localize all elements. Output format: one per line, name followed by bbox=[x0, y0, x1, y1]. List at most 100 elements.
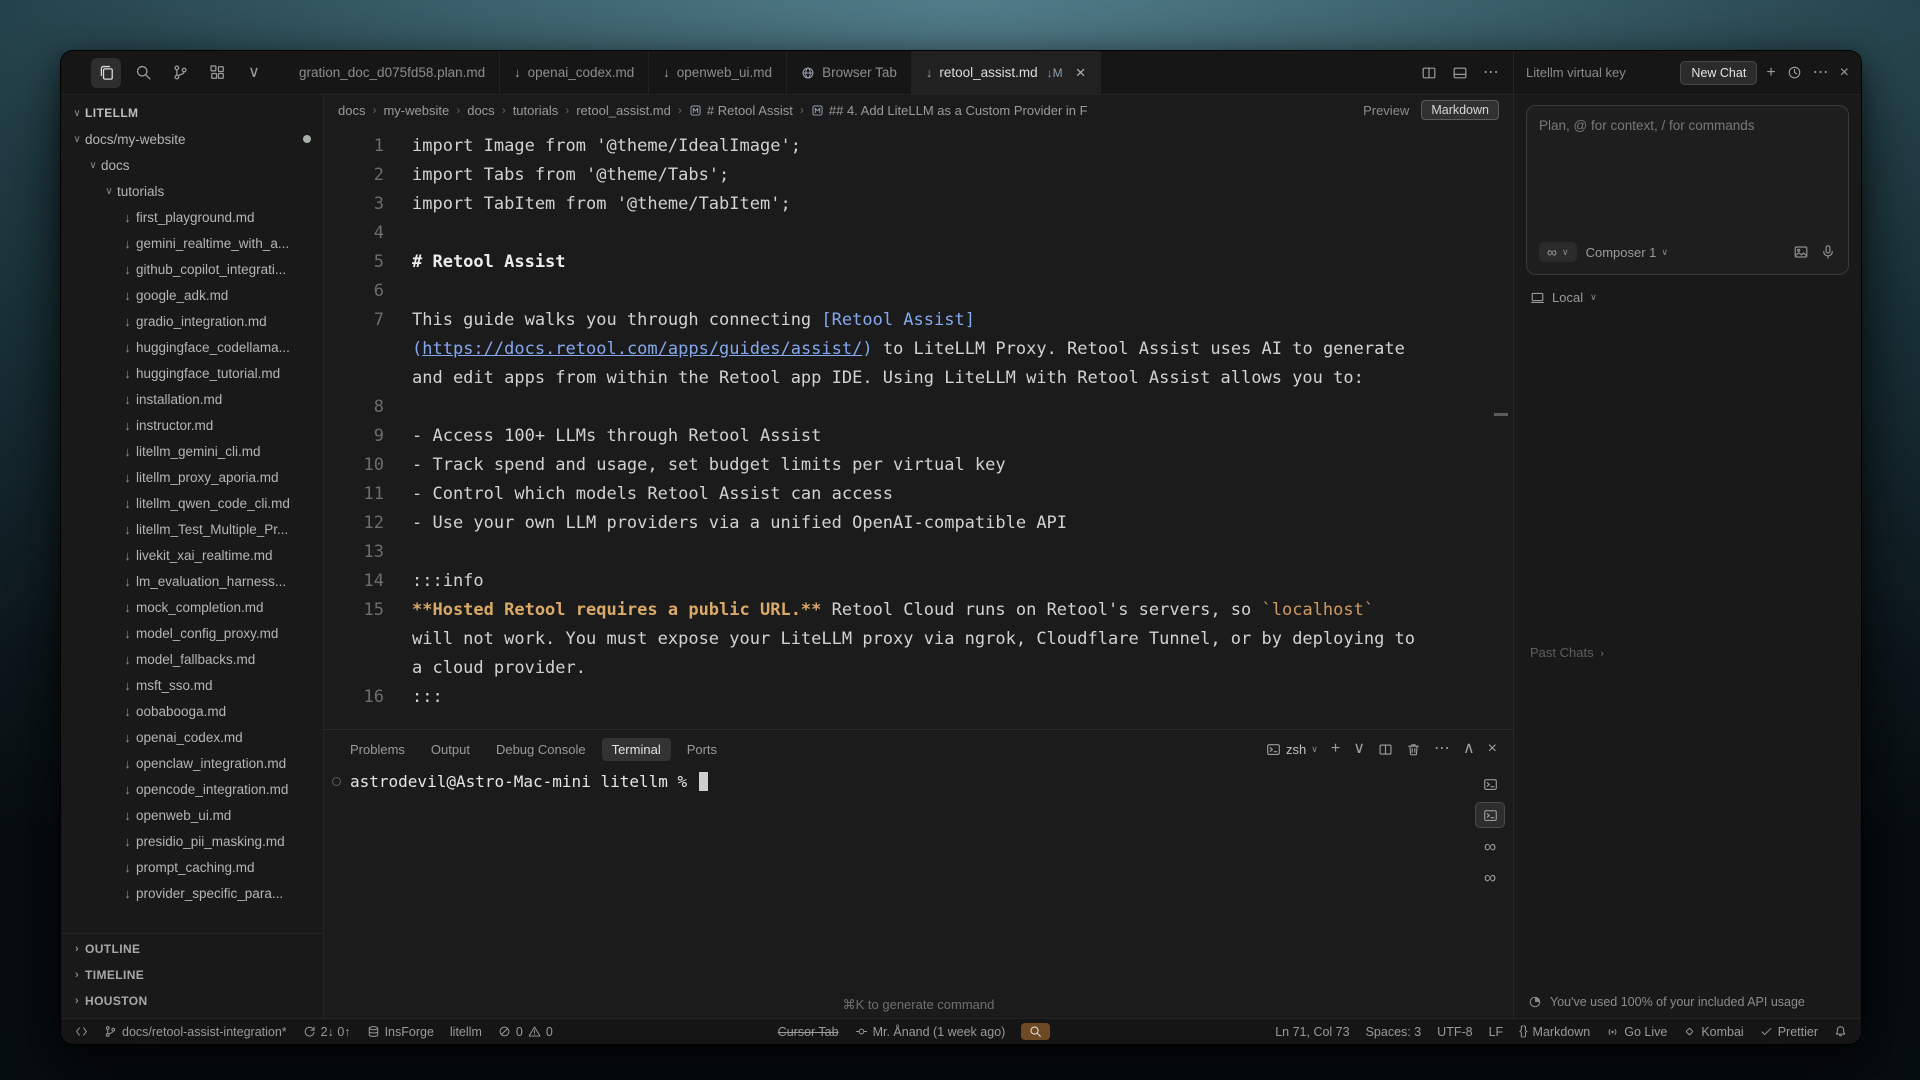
editor-tab[interactable]: gration_doc_d075fd58.plan.md bbox=[285, 51, 500, 94]
tree-item-file[interactable]: ↓first_playground.md bbox=[61, 204, 323, 230]
agent-location-selector[interactable]: Local ∨ bbox=[1530, 290, 1845, 305]
terminal-session-2[interactable] bbox=[1476, 803, 1504, 827]
activity-explorer-button[interactable] bbox=[91, 58, 121, 88]
status-sync[interactable]: 2↓ 0↑ bbox=[303, 1025, 351, 1039]
tree-item-file[interactable]: ↓litellm_gemini_cli.md bbox=[61, 438, 323, 464]
breadcrumb-item[interactable]: # Retool Assist bbox=[689, 103, 793, 118]
code-editor[interactable]: 1import Image from '@theme/IdealImage';2… bbox=[324, 125, 1513, 729]
split-editor-button[interactable] bbox=[1421, 65, 1437, 81]
attach-image-button[interactable] bbox=[1793, 244, 1809, 260]
tree-item-file[interactable]: ↓provider_specific_para... bbox=[61, 880, 323, 906]
tree-item-file[interactable]: ↓opencode_integration.md bbox=[61, 776, 323, 802]
status-notifications[interactable] bbox=[1834, 1025, 1847, 1038]
status-go-live[interactable]: Go Live bbox=[1606, 1025, 1667, 1039]
tree-item-file[interactable]: ↓openai_codex.md bbox=[61, 724, 323, 750]
status-cursor-position[interactable]: Ln 71, Col 73 bbox=[1275, 1025, 1349, 1039]
tree-item-file[interactable]: ↓msft_sso.md bbox=[61, 672, 323, 698]
sidebar-section-houston[interactable]: ›HOUSTON bbox=[61, 988, 323, 1014]
status-problems[interactable]: 00 bbox=[498, 1025, 553, 1039]
more-actions-button[interactable]: ⋯ bbox=[1483, 65, 1499, 81]
terminal-session-4[interactable]: ∞ bbox=[1476, 865, 1504, 889]
tree-item-file[interactable]: ↓litellm_Test_Multiple_Pr... bbox=[61, 516, 323, 542]
status-blame[interactable]: Mr. Ånand (1 week ago) bbox=[855, 1025, 1006, 1039]
tree-item-file[interactable]: ↓openclaw_integration.md bbox=[61, 750, 323, 776]
status-encoding[interactable]: UTF-8 bbox=[1437, 1025, 1472, 1039]
chat-more-options-button[interactable]: ⋯ bbox=[1813, 65, 1829, 81]
tree-item-file[interactable]: ↓litellm_qwen_code_cli.md bbox=[61, 490, 323, 516]
breadcrumb-item[interactable]: docs bbox=[467, 103, 494, 118]
panel-tab-debug-console[interactable]: Debug Console bbox=[486, 738, 596, 761]
chat-add-chat-button[interactable]: + bbox=[1766, 65, 1775, 81]
panel-tab-ports[interactable]: Ports bbox=[677, 738, 727, 761]
activity-extensions-button[interactable] bbox=[202, 58, 232, 88]
status-cursor-tab[interactable]: Cursor Tab bbox=[778, 1025, 839, 1039]
tree-item-file[interactable]: ↓github_copilot_integrati... bbox=[61, 256, 323, 282]
terminal-new-terminal-button[interactable]: + bbox=[1331, 741, 1340, 757]
chat-close-panel-button[interactable]: × bbox=[1840, 65, 1849, 81]
chat-input[interactable]: Plan, @ for context, / for commands ∞ ∨ … bbox=[1526, 105, 1849, 275]
composer-selector[interactable]: Composer 1 ∨ bbox=[1586, 245, 1668, 260]
terminal-content[interactable]: astrodevil@Astro-Mac-mini litellm % bbox=[324, 768, 1467, 992]
tree-item-folder-tutorials[interactable]: ∨tutorials bbox=[61, 178, 323, 204]
status-language-mode[interactable]: {}Markdown bbox=[1519, 1025, 1590, 1039]
tree-item-file[interactable]: ↓litellm_proxy_aporia.md bbox=[61, 464, 323, 490]
chat-history-button[interactable] bbox=[1787, 65, 1802, 80]
tree-item-file[interactable]: ↓lm_evaluation_harness... bbox=[61, 568, 323, 594]
markdown-mode-button[interactable]: Markdown bbox=[1421, 100, 1499, 120]
status-indentation[interactable]: Spaces: 3 bbox=[1366, 1025, 1422, 1039]
activity-more-button[interactable]: ∨ bbox=[239, 58, 269, 88]
voice-input-button[interactable] bbox=[1820, 244, 1836, 260]
terminal-launch-profile-button[interactable]: ∨ bbox=[1353, 741, 1365, 757]
terminal-shell-select-button[interactable]: zsh∨ bbox=[1266, 742, 1318, 757]
breadcrumb-item[interactable]: docs bbox=[338, 103, 365, 118]
tree-item-file[interactable]: ↓instructor.md bbox=[61, 412, 323, 438]
terminal-session-3[interactable]: ∞ bbox=[1476, 834, 1504, 858]
past-chats[interactable]: Past Chats › bbox=[1526, 645, 1849, 660]
status-branch[interactable]: docs/retool-assist-integration* bbox=[104, 1025, 287, 1039]
editor-tab[interactable]: ↓openai_codex.md bbox=[500, 51, 649, 94]
activity-source-control-button[interactable] bbox=[165, 58, 195, 88]
status-kombai[interactable]: Kombai bbox=[1683, 1025, 1743, 1039]
tree-item-root-folder[interactable]: ∨docs/my-website bbox=[61, 126, 323, 152]
tree-item-folder-docs[interactable]: ∨docs bbox=[61, 152, 323, 178]
new-chat-button[interactable]: New Chat bbox=[1680, 61, 1757, 85]
tree-item-file[interactable]: ↓mock_completion.md bbox=[61, 594, 323, 620]
panel-tab-problems[interactable]: Problems bbox=[340, 738, 415, 761]
terminal-session-1[interactable] bbox=[1476, 772, 1504, 796]
tree-item-file[interactable]: ↓huggingface_codellama... bbox=[61, 334, 323, 360]
breadcrumb-item[interactable]: retool_assist.md bbox=[576, 103, 671, 118]
panel-tab-terminal[interactable]: Terminal bbox=[602, 738, 671, 761]
sidebar-section-outline[interactable]: ›OUTLINE bbox=[61, 936, 323, 962]
editor-tab[interactable]: ↓retool_assist.md↓M× bbox=[912, 51, 1101, 94]
tree-item-file[interactable]: ↓gradio_integration.md bbox=[61, 308, 323, 334]
status-prettier[interactable]: Prettier bbox=[1760, 1025, 1818, 1039]
editor-tab[interactable]: Browser Tab bbox=[787, 51, 912, 94]
tree-item-file[interactable]: ↓huggingface_tutorial.md bbox=[61, 360, 323, 386]
close-icon[interactable]: × bbox=[1076, 64, 1086, 81]
toggle-layout-button[interactable] bbox=[1452, 65, 1468, 81]
tree-item-file[interactable]: ↓gemini_realtime_with_a... bbox=[61, 230, 323, 256]
tree-item-file[interactable]: ↓oobabooga.md bbox=[61, 698, 323, 724]
terminal-close-panel-button[interactable]: × bbox=[1488, 741, 1497, 757]
breadcrumb-item[interactable]: ## 4. Add LiteLLM as a Custom Provider i… bbox=[811, 103, 1088, 118]
model-selector[interactable]: ∞ ∨ bbox=[1539, 242, 1577, 262]
tree-item-file[interactable]: ↓prompt_caching.md bbox=[61, 854, 323, 880]
explorer-section-header[interactable]: ∨LITELLM bbox=[61, 100, 323, 126]
status-eol[interactable]: LF bbox=[1489, 1025, 1504, 1039]
tree-item-file[interactable]: ↓model_fallbacks.md bbox=[61, 646, 323, 672]
tree-item-file[interactable]: ↓presidio_pii_masking.md bbox=[61, 828, 323, 854]
tree-item-file[interactable]: ↓livekit_xai_realtime.md bbox=[61, 542, 323, 568]
tree-item-file[interactable]: ↓openweb_ui.md bbox=[61, 802, 323, 828]
sidebar-section-timeline[interactable]: ›TIMELINE bbox=[61, 962, 323, 988]
panel-tab-output[interactable]: Output bbox=[421, 738, 480, 761]
status-remote[interactable] bbox=[75, 1025, 88, 1038]
terminal-kill-terminal-button[interactable] bbox=[1406, 742, 1421, 757]
terminal-split-terminal-button[interactable] bbox=[1378, 742, 1393, 757]
breadcrumb-item[interactable]: my-website bbox=[383, 103, 449, 118]
status-search[interactable] bbox=[1021, 1023, 1050, 1040]
tree-item-file[interactable]: ↓model_config_proxy.md bbox=[61, 620, 323, 646]
editor-tab[interactable]: ↓openweb_ui.md bbox=[649, 51, 787, 94]
breadcrumb-item[interactable]: tutorials bbox=[513, 103, 559, 118]
terminal-more-button[interactable]: ⋯ bbox=[1434, 741, 1450, 757]
status-litellm[interactable]: litellm bbox=[450, 1025, 482, 1039]
